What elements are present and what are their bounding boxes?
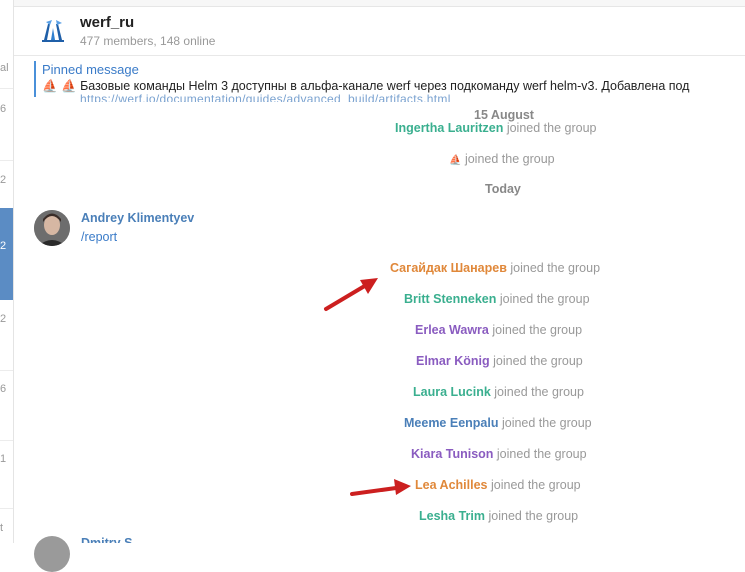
chat-title[interactable]: werf_ru: [80, 14, 134, 31]
chat-list-item-fragment: 2: [0, 240, 7, 252]
member-name[interactable]: ⛵: [449, 155, 461, 166]
red-arrow-annotation-icon: [350, 479, 411, 496]
user-photo-icon: [34, 210, 70, 246]
divider: [0, 440, 13, 441]
divider: [0, 370, 13, 371]
service-message: Lea Achilles joined the group: [415, 478, 581, 492]
service-message: Lesha Trim joined the group: [419, 509, 578, 523]
service-message: Elmar König joined the group: [416, 354, 583, 368]
member-name[interactable]: Lea Achilles: [415, 478, 488, 492]
service-action: joined the group: [488, 509, 579, 523]
member-name[interactable]: Elmar König: [416, 354, 490, 368]
service-action: joined the group: [506, 121, 597, 135]
red-arrow-annotation-icon: [324, 278, 378, 311]
member-name[interactable]: Laura Lucink: [413, 385, 491, 399]
chat-member-count: 477 members, 148 online: [80, 34, 216, 48]
service-action: joined the group: [493, 354, 583, 368]
chat-list-item-fragment[interactable]: al: [0, 62, 13, 74]
service-action: joined the group: [492, 323, 583, 337]
pinned-label: Pinned message: [42, 62, 139, 77]
chat-list-item-fragment[interactable]: 6: [0, 103, 13, 115]
chat-list-sidebar[interactable]: al 6 2 2 2 6 1 t: [0, 0, 14, 543]
service-message: Britt Stenneken joined the group: [404, 292, 590, 306]
message-author[interactable]: Andrey Klimentyev: [81, 211, 194, 225]
chat-header[interactable]: werf_ru 477 members, 148 online: [14, 7, 745, 56]
chat-list-item-fragment[interactable]: 6: [0, 383, 13, 395]
chat-list-item-fragment[interactable]: 1: [0, 453, 13, 465]
service-action: joined the group: [496, 447, 587, 461]
chat-list-item-fragment[interactable]: 2: [0, 313, 13, 325]
divider: [0, 508, 13, 509]
service-action: joined the group: [464, 152, 555, 166]
divider: [0, 160, 13, 161]
message-author[interactable]: Dmitry S: [81, 536, 132, 543]
member-name[interactable]: Сагайдак Шанарев: [390, 261, 507, 275]
date-separator: 15 August: [474, 108, 534, 122]
service-message: Erlea Wawra joined the group: [415, 323, 582, 337]
message-text[interactable]: /report: [81, 230, 117, 244]
member-name[interactable]: Erlea Wawra: [415, 323, 489, 337]
service-action: joined the group: [501, 416, 592, 430]
member-name[interactable]: Britt Stenneken: [404, 292, 496, 306]
divider: [0, 88, 13, 89]
chat-list-item-active[interactable]: 2: [0, 208, 13, 300]
member-name[interactable]: Meeme Eenpalu: [404, 416, 498, 430]
avatar[interactable]: [34, 536, 70, 572]
partial-link[interactable]: https://werf.io/documentation/guides/adv…: [80, 92, 451, 102]
member-name[interactable]: Ingertha Lauritzen: [395, 121, 503, 135]
service-message: ⛵ joined the group: [449, 152, 555, 166]
service-message: Ingertha Lauritzen joined the group: [395, 121, 596, 135]
service-action: joined the group: [494, 385, 584, 399]
service-message: Meeme Eenpalu joined the group: [404, 416, 592, 430]
service-action: joined the group: [510, 261, 601, 275]
date-separator: Today: [485, 182, 521, 196]
werf-logo-icon: [42, 20, 64, 42]
chat-list-item-fragment[interactable]: 2: [0, 174, 13, 186]
member-name[interactable]: Lesha Trim: [419, 509, 485, 523]
service-message: Сагайдак Шанарев joined the group: [390, 261, 600, 275]
member-name[interactable]: Kiara Tunison: [411, 447, 493, 461]
service-action: joined the group: [499, 292, 590, 306]
chat-list-item-fragment[interactable]: t: [0, 522, 13, 534]
avatar[interactable]: [34, 210, 70, 246]
service-action: joined the group: [490, 478, 581, 492]
window-top-edge: [14, 0, 745, 7]
service-message: Kiara Tunison joined the group: [411, 447, 587, 461]
service-message: Laura Lucink joined the group: [413, 385, 584, 399]
